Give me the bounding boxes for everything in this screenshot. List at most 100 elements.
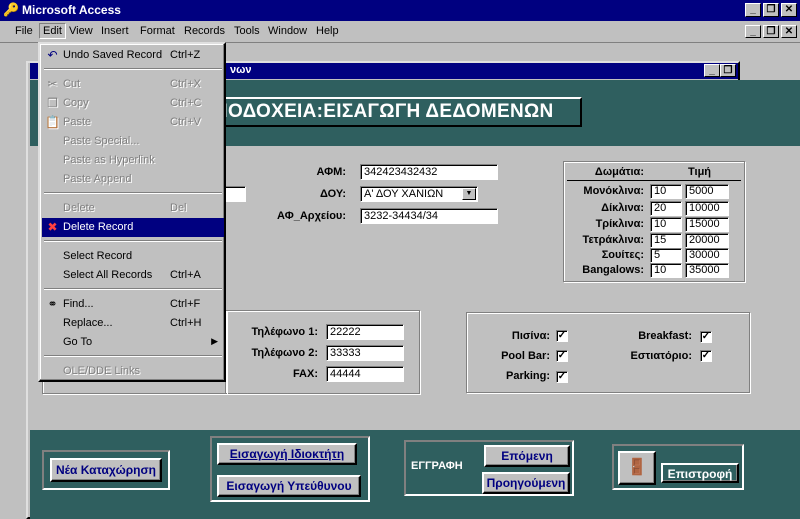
archive-field[interactable]: 3232-34434/34 [360, 208, 498, 224]
breakfast-label: Breakfast: [638, 330, 692, 342]
afm-label: ΑΦΜ: [316, 166, 346, 178]
restaurant-checkbox[interactable]: ✓ [700, 350, 712, 362]
afm-field[interactable]: 342423432432 [360, 164, 498, 180]
edit-menu: ↶ Undo Saved Record Ctrl+Z ✂ Cut Ctrl+X … [38, 42, 226, 382]
menu-item-paste-append[interactable]: Paste Append [42, 170, 224, 189]
menu-bar: File Edit View Insert Format Records Too… [0, 21, 800, 43]
room-type-label: Bangalows: [582, 264, 644, 276]
key-icon: 🔑 [3, 2, 20, 17]
doc-close-button[interactable]: ✕ [781, 25, 797, 38]
menu-item-paste-hyperlink[interactable]: Paste as Hyperlink [42, 151, 224, 170]
phone2-label: Τηλέφωνο 2: [251, 347, 318, 359]
paste-icon: 📋 [45, 115, 60, 129]
menu-item-cut[interactable]: ✂ Cut Ctrl+X [42, 75, 224, 94]
restore-button[interactable]: ❐ [763, 3, 779, 17]
menu-format[interactable]: Format [140, 25, 175, 37]
menu-separator [44, 240, 222, 242]
menu-file[interactable]: File [15, 25, 33, 37]
room-price-field[interactable]: 15000 [685, 217, 729, 232]
back-button[interactable]: Επιστροφή [661, 463, 739, 483]
binoculars-icon: ⚭ [47, 297, 58, 311]
parking-label: Parking: [505, 370, 550, 382]
room-type-label: Τρίκλινα: [595, 218, 644, 230]
form-minimize-button[interactable]: _ [704, 64, 720, 77]
room-count-field[interactable]: 10 [650, 217, 682, 232]
rooms-column-header: Δωμάτια: [594, 166, 644, 178]
chevron-down-icon[interactable]: ▼ [462, 188, 476, 200]
breakfast-checkbox[interactable]: ✓ [700, 331, 712, 343]
restaurant-label: Εστιατόριο: [630, 350, 692, 362]
menu-item-undo[interactable]: ↶ Undo Saved Record Ctrl+Z [42, 46, 224, 65]
doy-value: Α' ΔΟΥ ΧΑΝΙΩΝ [364, 188, 444, 200]
menu-item-replace[interactable]: Replace... Ctrl+H [42, 314, 224, 333]
menu-separator [44, 288, 222, 290]
fax-field[interactable]: 44444 [326, 366, 404, 382]
doy-select[interactable]: Α' ΔΟΥ ΧΑΝΙΩΝ ▼ [360, 186, 478, 202]
add-manager-button[interactable]: Εισαγωγή Υπεύθυνου [217, 475, 361, 497]
door-exit-icon[interactable]: 🚪 [618, 451, 656, 485]
menu-item-delete-record[interactable]: ✖ Delete Record [42, 218, 224, 237]
menu-help[interactable]: Help [316, 25, 339, 37]
room-count-field[interactable]: 20 [650, 201, 682, 216]
menu-item-find[interactable]: ⚭ Find... Ctrl+F [42, 295, 224, 314]
menu-item-copy[interactable]: ❐ Copy Ctrl+C [42, 94, 224, 113]
menu-item-paste[interactable]: 📋 Paste Ctrl+V [42, 113, 224, 132]
phone2-field[interactable]: 33333 [326, 345, 404, 361]
copy-icon: ❐ [47, 96, 58, 110]
menu-item-paste-special[interactable]: Paste Special... [42, 132, 224, 151]
menu-tools[interactable]: Tools [234, 25, 260, 37]
close-button[interactable]: ✕ [781, 3, 797, 17]
menu-insert[interactable]: Insert [101, 25, 129, 37]
room-count-field[interactable]: 5 [650, 248, 682, 263]
menu-records[interactable]: Records [184, 25, 225, 37]
form-restore-button[interactable]: ❐ [720, 64, 736, 77]
new-entry-button[interactable]: Νέα Καταχώρηση [50, 458, 162, 482]
phone1-field[interactable]: 22222 [326, 324, 404, 340]
fax-label: FAX: [292, 368, 318, 380]
room-type-label: Δίκλινα: [601, 202, 644, 214]
add-owner-button[interactable]: Εισαγωγή Ιδιοκτήτη [217, 443, 357, 465]
room-price-field[interactable]: 20000 [685, 233, 729, 248]
doc-minimize-button[interactable]: _ [745, 25, 761, 38]
price-column-header: Τιμή [688, 166, 712, 178]
form-title: νων [230, 64, 252, 76]
doy-label: ΔΟΥ: [319, 188, 346, 200]
minimize-button[interactable]: _ [745, 3, 761, 17]
doc-restore-button[interactable]: ❐ [763, 25, 779, 38]
menu-item-select-record[interactable]: Select Record [42, 247, 224, 266]
pool-checkbox[interactable]: ✓ [556, 330, 568, 342]
menu-separator [44, 68, 222, 70]
room-type-label: Τετράκλινα: [582, 234, 644, 246]
next-button[interactable]: Επόμενη [484, 445, 570, 467]
menu-window[interactable]: Window [268, 25, 307, 37]
pool-label: Πισίνα: [511, 330, 550, 342]
previous-button[interactable]: Προηγούμενη [482, 472, 570, 494]
room-price-field[interactable]: 35000 [685, 263, 729, 278]
app-title-bar: 🔑 Microsoft Access _ ❐ ✕ [0, 0, 800, 21]
room-price-field[interactable]: 10000 [685, 201, 729, 216]
app-title: Microsoft Access [22, 3, 121, 17]
undo-icon: ↶ [47, 48, 58, 62]
menu-item-delete[interactable]: Delete Del [42, 199, 224, 218]
menu-item-select-all[interactable]: Select All Records Ctrl+A [42, 266, 224, 285]
record-label: ΕΓΓΡΑΦΗ [411, 460, 463, 472]
page-title: ΝΟΔΟΧΕΙΑ:ΕΙΣΑΓΩΓΗ ΔΕΔΟΜΕΝΩΝ [200, 97, 582, 127]
menu-view[interactable]: View [69, 25, 93, 37]
poolbar-checkbox[interactable]: ✓ [556, 350, 568, 362]
room-type-label: Μονόκλινα: [583, 185, 644, 197]
menu-item-ole-links[interactable]: OLE/DDE Links [42, 362, 224, 381]
room-count-field[interactable]: 10 [650, 184, 682, 199]
room-count-field[interactable]: 10 [650, 263, 682, 278]
room-price-field[interactable]: 5000 [685, 184, 729, 199]
room-count-field[interactable]: 15 [650, 233, 682, 248]
room-price-field[interactable]: 30000 [685, 248, 729, 263]
rooms-header-divider [567, 180, 741, 181]
parking-checkbox[interactable]: ✓ [556, 371, 568, 383]
submenu-arrow-icon: ▶ [211, 336, 218, 346]
menu-edit[interactable]: Edit [39, 23, 66, 39]
archive-label: ΑΦ_Αρχείου: [277, 210, 346, 222]
scissors-icon: ✂ [47, 77, 58, 91]
room-type-label: Σουίτες: [601, 249, 644, 261]
menu-item-goto[interactable]: Go To ▶ [42, 333, 224, 352]
phone1-label: Τηλέφωνο 1: [251, 326, 318, 338]
